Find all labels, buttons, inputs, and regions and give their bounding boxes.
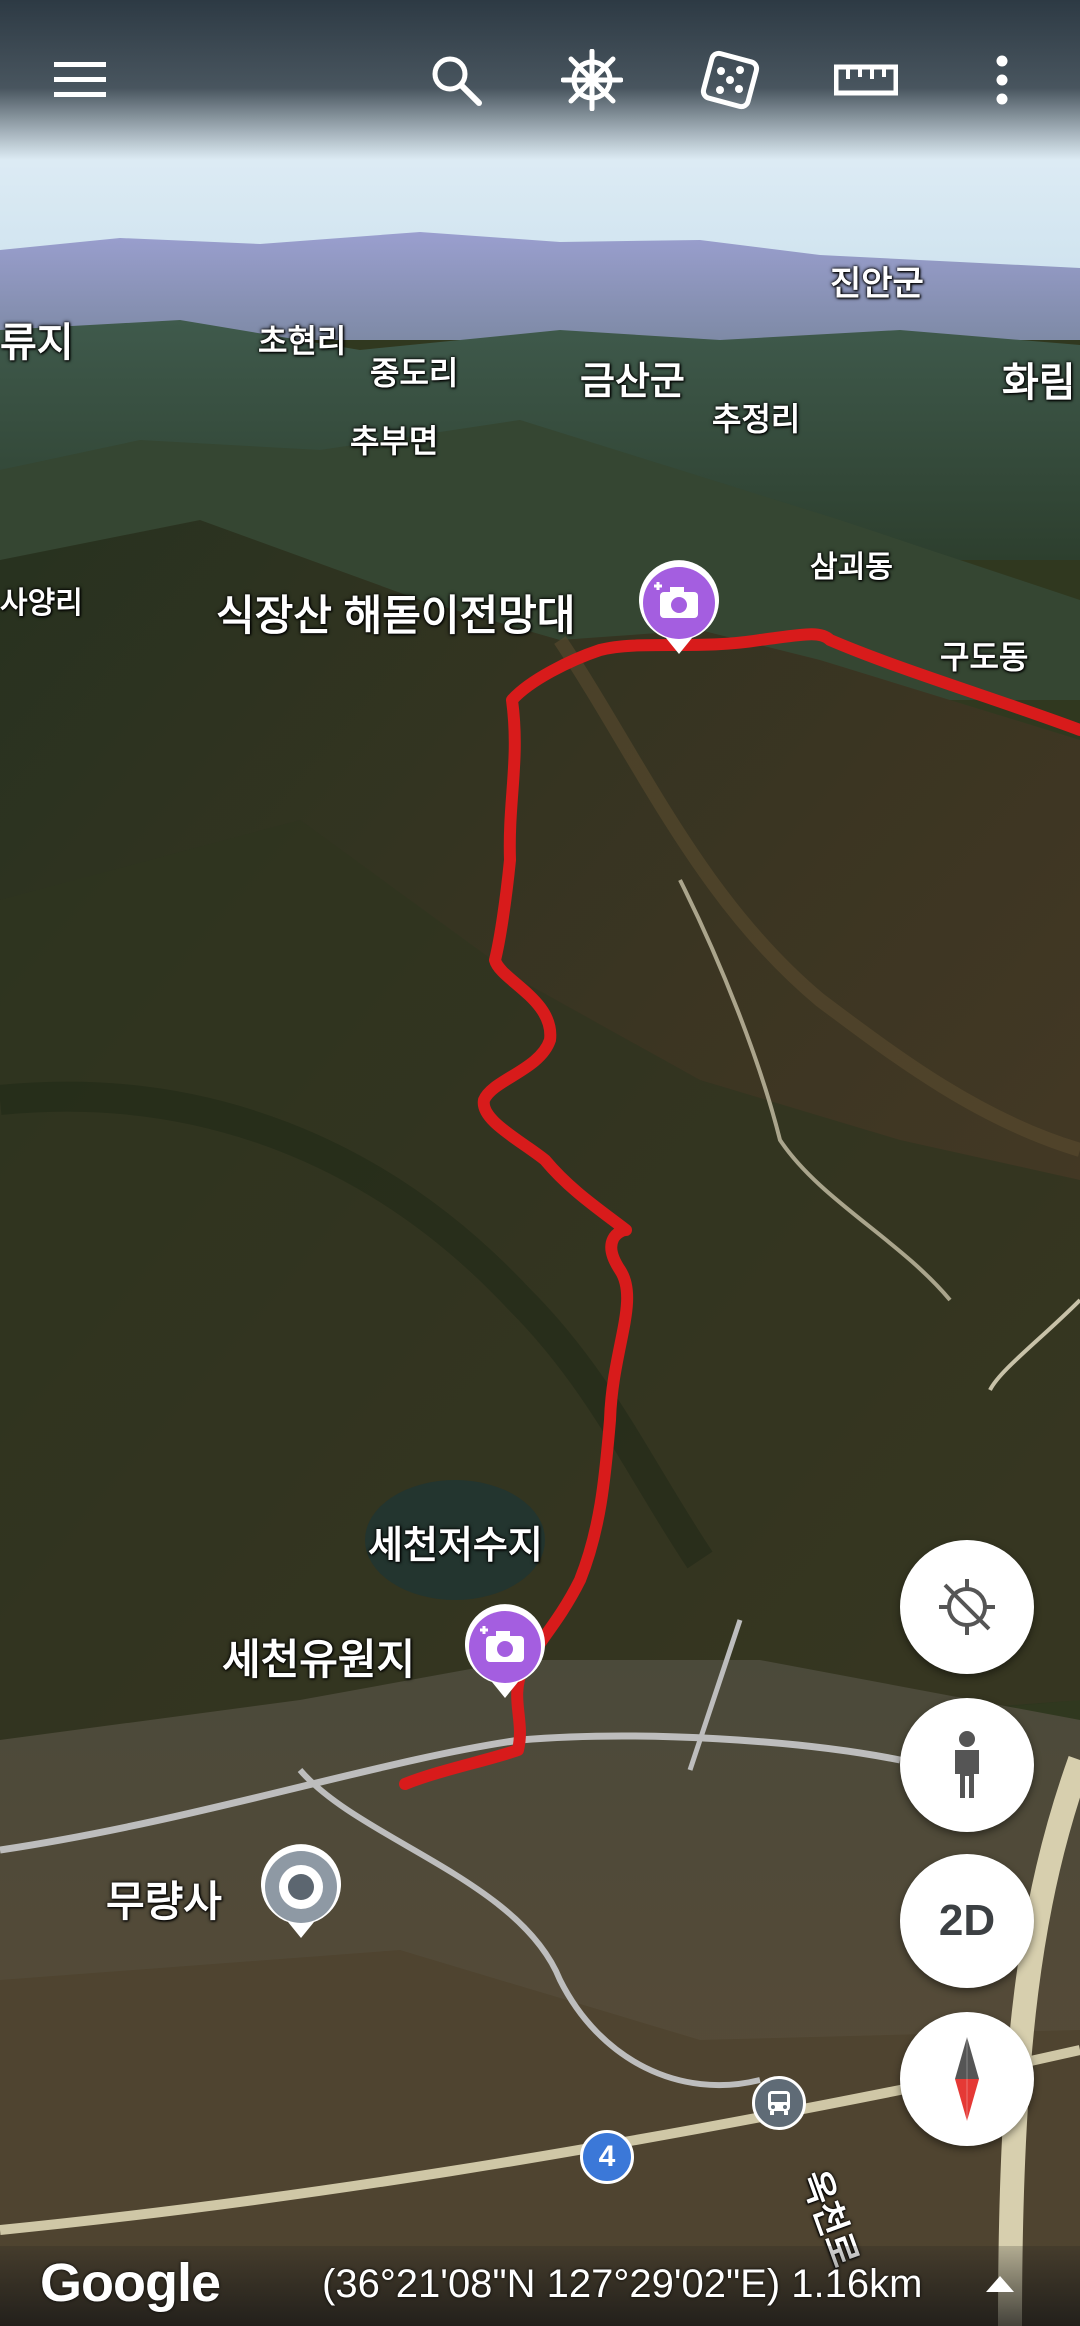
place-label-secheon-reservoir[interactable]: 세천저수지	[368, 1514, 543, 1569]
place-label-ryuji[interactable]: 류지	[0, 310, 74, 368]
place-label-jungdo[interactable]: 중도리	[370, 348, 458, 394]
poi-label-sikjangsan[interactable]: 식장산 해돋이전망대	[216, 582, 575, 643]
ship-wheel-icon[interactable]	[550, 38, 634, 122]
location-disabled-icon[interactable]	[900, 1540, 1034, 1674]
view-toggle-button[interactable]: 2D	[900, 1854, 1034, 1988]
more-vert-icon[interactable]	[960, 38, 1044, 122]
place-label-samgoe[interactable]: 삼괴동	[810, 542, 893, 586]
place-label-sayang[interactable]: 사양리	[0, 578, 83, 622]
place-label-chohyeon[interactable]: 초현리	[258, 316, 346, 362]
poi-label-muryangsa[interactable]: 무량사	[106, 1868, 222, 1929]
place-label-chubu[interactable]: 추부면	[350, 416, 438, 462]
coordinates-readout[interactable]: (36°21'08"N 127°29'02"E) 1.16km	[322, 2262, 922, 2307]
menu-icon[interactable]	[38, 38, 122, 122]
place-label-geumsan[interactable]: 금산군	[580, 350, 685, 405]
place-label-hwarim[interactable]: 화림	[1002, 350, 1076, 408]
camera-plus-icon[interactable]	[462, 1604, 548, 1700]
google-logo: Google	[40, 2253, 221, 2313]
place-label-jinan[interactable]: 진안군	[830, 256, 924, 305]
place-label-chujeong[interactable]: 추정리	[712, 394, 800, 440]
route-shield[interactable]: 4	[580, 2130, 634, 2184]
search-icon[interactable]	[414, 38, 498, 122]
pegman-icon[interactable]	[900, 1698, 1034, 1832]
view-toggle-label: 2D	[938, 1896, 996, 1945]
compass-icon[interactable]	[900, 2012, 1034, 2146]
camera-plus-icon[interactable]	[636, 560, 722, 656]
caret-up-icon[interactable]	[986, 2276, 1014, 2292]
place-label-gudo[interactable]: 구도동	[940, 632, 1028, 678]
dice-icon[interactable]	[688, 38, 772, 122]
satellite-map[interactable]	[0, 0, 1080, 2326]
top-toolbar	[0, 0, 1080, 160]
ruler-icon[interactable]	[824, 38, 908, 122]
bus-icon[interactable]	[752, 2076, 806, 2130]
poi-label-secheon-resort[interactable]: 세천유원지	[222, 1626, 415, 1687]
location-pin-icon[interactable]	[258, 1844, 344, 1940]
